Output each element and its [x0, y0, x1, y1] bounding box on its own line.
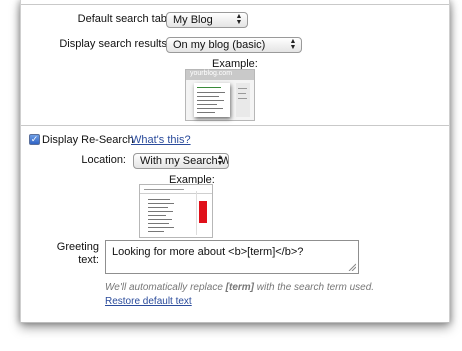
default-search-tab-value: My Blog — [173, 14, 213, 26]
top-divider — [21, 4, 449, 5]
thumbnail-header-text: yourblog.com — [190, 70, 233, 77]
search-wijit-marker — [199, 201, 207, 223]
display-search-results-value: On my blog (basic) — [173, 39, 266, 51]
display-search-results-select[interactable]: On my blog (basic) ▲ ▼ — [166, 37, 302, 53]
thumbnail-header: yourblog.com — [186, 70, 254, 80]
greeting-text-value: Looking for more about <b>[term]</b>? — [112, 246, 304, 258]
greeting-hint: We'll automatically replace [term] with … — [105, 282, 375, 293]
thumbnail-results-card — [194, 83, 230, 117]
section-divider — [21, 125, 449, 126]
settings-panel: Default search tab: My Blog ▲ ▼ Display s… — [20, 0, 450, 323]
checkmark-icon: ✓ — [30, 134, 39, 144]
thumbnail-sidebar — [236, 83, 250, 117]
location-select[interactable]: With my Search Wijit ▲▼ — [133, 153, 229, 169]
default-search-tab-label: Default search tab: — [77, 13, 170, 25]
thumbnail-sidebar — [196, 191, 211, 235]
greeting-label-line1: Greeting — [56, 241, 99, 253]
location-label: Location: — [81, 154, 126, 166]
updown-arrows-icon: ▲ ▼ — [216, 154, 224, 167]
greeting-label-line2: text: — [78, 254, 99, 266]
updown-arrows-icon: ▲ ▼ — [289, 38, 297, 51]
resize-grip-icon[interactable] — [348, 263, 356, 271]
search-results-example-thumbnail: yourblog.com — [185, 69, 255, 121]
restore-default-text-link[interactable]: Restore default text — [105, 296, 192, 307]
display-search-results-label: Display search results: — [59, 38, 170, 50]
greeting-text-input[interactable]: Looking for more about <b>[term]</b>? — [105, 240, 359, 274]
display-research-checkbox[interactable]: ✓ — [29, 134, 40, 145]
whats-this-link[interactable]: What's this? — [131, 134, 191, 146]
default-search-tab-select[interactable]: My Blog ▲ ▼ — [166, 12, 248, 28]
location-example-thumbnail — [139, 184, 213, 238]
display-research-label: Display Re-Search — [42, 134, 134, 146]
updown-arrows-icon: ▲ ▼ — [235, 13, 243, 26]
